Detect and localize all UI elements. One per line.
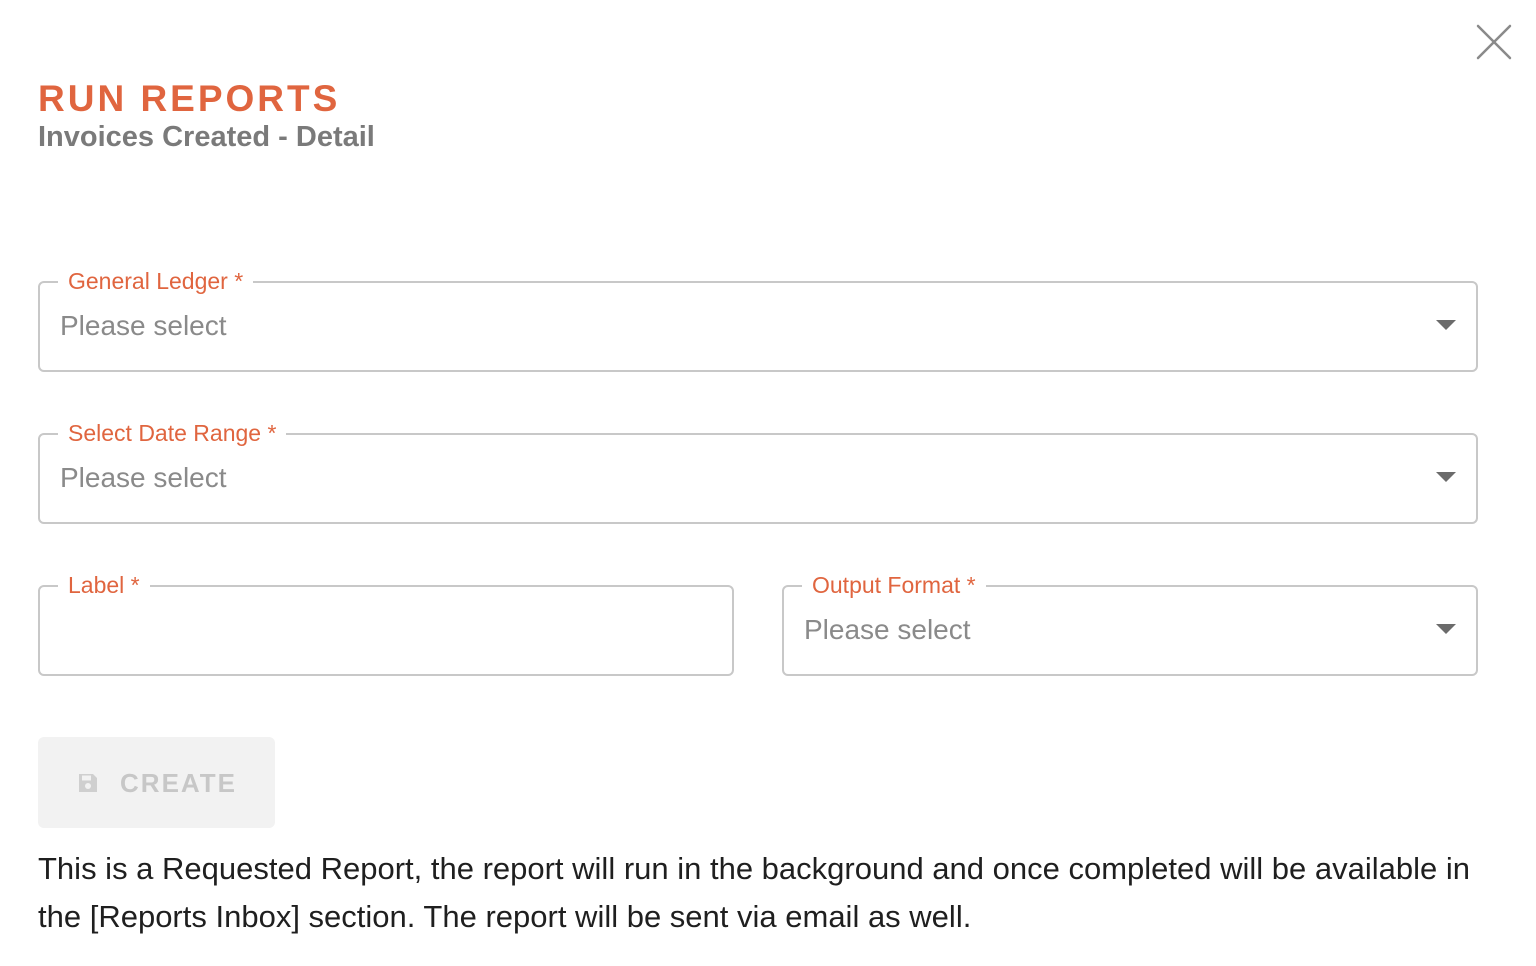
dropdown-arrow-icon[interactable] bbox=[1436, 624, 1456, 634]
close-icon bbox=[1476, 24, 1512, 60]
label-field-label: Label * bbox=[58, 570, 150, 600]
output-format-label: Output Format * bbox=[802, 570, 986, 600]
requested-report-note: This is a Requested Report, the report w… bbox=[38, 851, 1470, 934]
date-range-label: Select Date Range * bbox=[58, 418, 287, 448]
save-icon bbox=[79, 773, 98, 792]
dropdown-arrow-icon[interactable] bbox=[1436, 320, 1456, 330]
run-reports-dialog: RUN REPORTS Invoices Created - Detail Ge… bbox=[0, 0, 1536, 966]
close-button[interactable] bbox=[1474, 22, 1514, 62]
create-button-label: CREATE bbox=[120, 767, 237, 798]
date-range-value: Please select bbox=[60, 462, 227, 493]
label-field[interactable]: Label * bbox=[38, 570, 734, 676]
date-range-select[interactable]: Select Date Range * Please select bbox=[38, 418, 1478, 524]
dialog-title: RUN REPORTS bbox=[38, 78, 341, 119]
general-ledger-select[interactable]: General Ledger * Please select bbox=[38, 266, 1478, 372]
general-ledger-value: Please select bbox=[60, 310, 227, 341]
output-format-value: Please select bbox=[804, 614, 971, 645]
dropdown-arrow-icon[interactable] bbox=[1436, 472, 1456, 482]
general-ledger-label: General Ledger * bbox=[58, 266, 254, 296]
label-input[interactable] bbox=[58, 611, 714, 651]
output-format-select[interactable]: Output Format * Please select bbox=[782, 570, 1478, 676]
report-name: Invoices Created - Detail bbox=[38, 121, 375, 153]
create-button[interactable]: CREATE bbox=[38, 737, 275, 828]
